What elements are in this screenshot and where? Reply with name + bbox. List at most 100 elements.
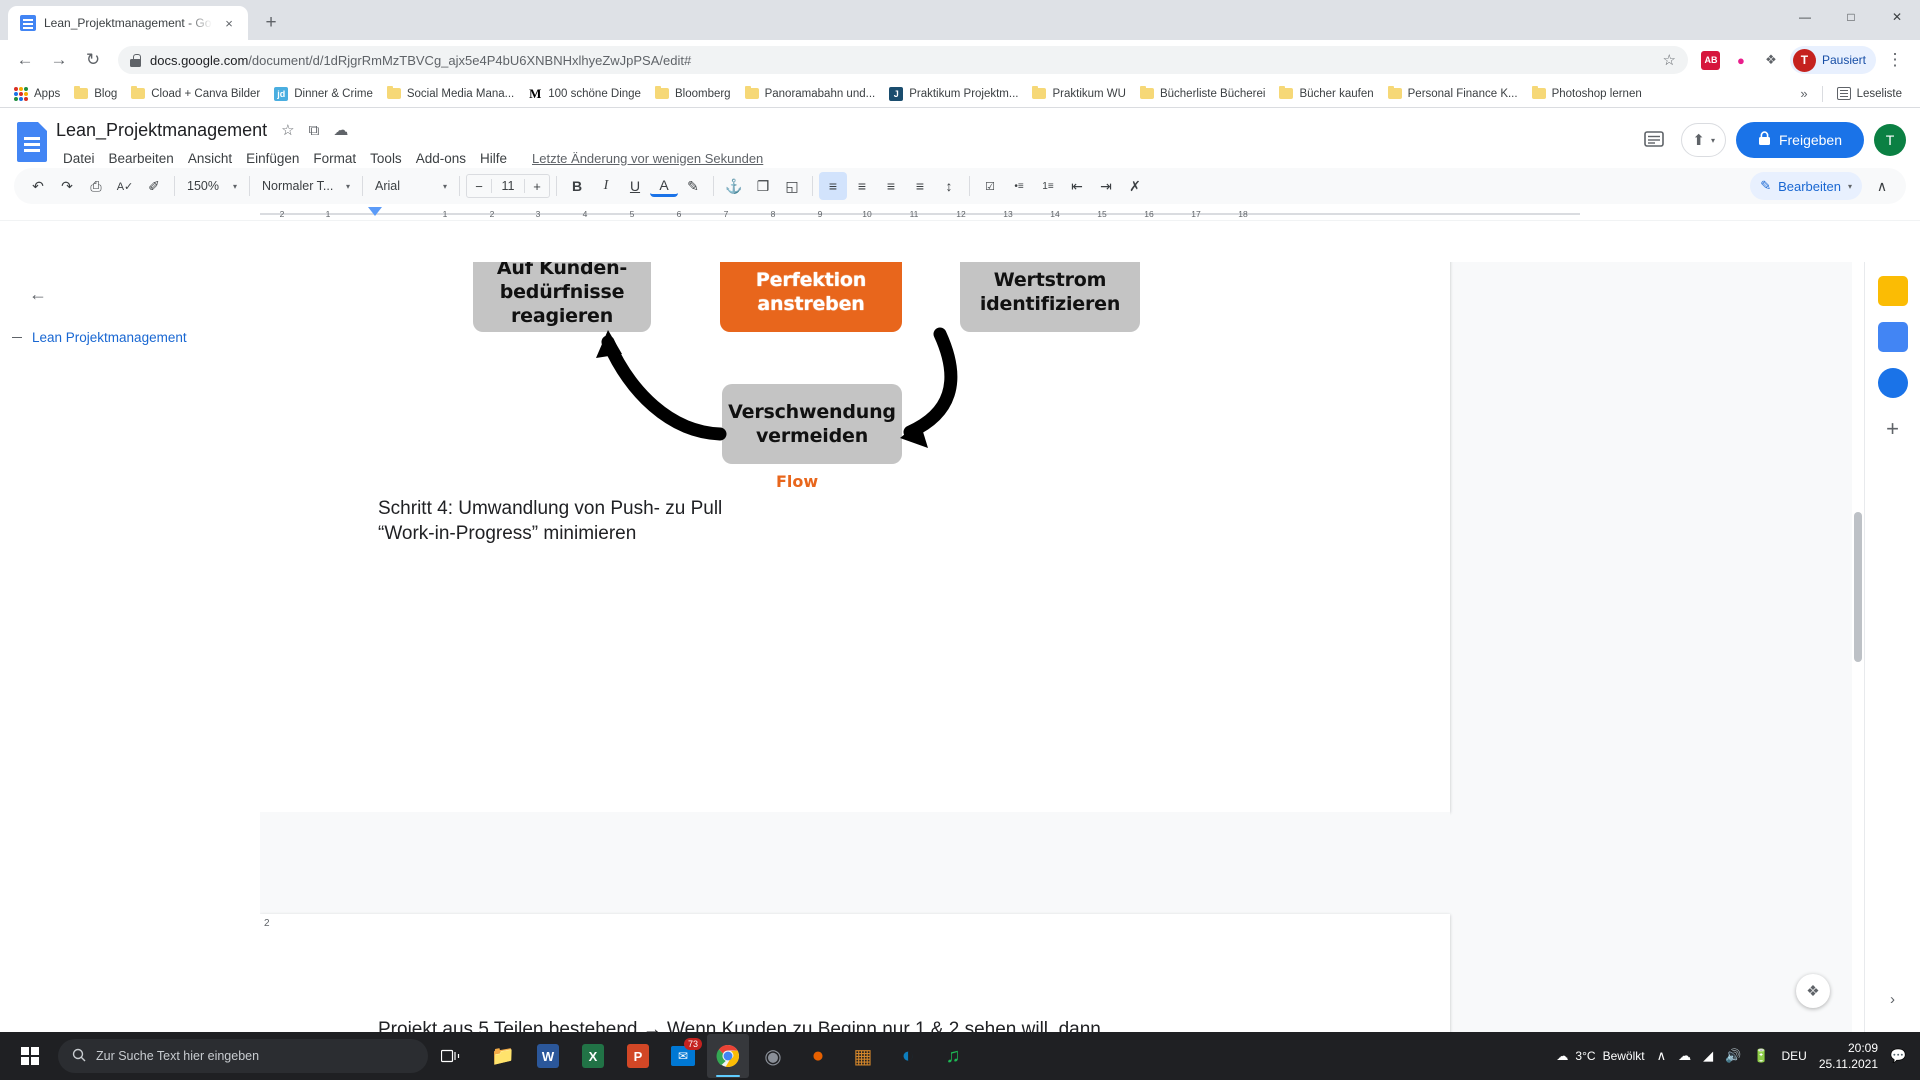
account-avatar[interactable]: T bbox=[1874, 124, 1906, 156]
windows-start-icon[interactable] bbox=[6, 1032, 54, 1080]
taskbar-app-mail[interactable]: ✉ 73 bbox=[662, 1034, 704, 1078]
font-dropdown[interactable]: Arial ▾ bbox=[369, 173, 453, 199]
close-outline-icon[interactable]: ← bbox=[20, 276, 56, 312]
document-title[interactable]: Lean_Projektmanagement bbox=[56, 120, 267, 141]
adblock-icon[interactable]: AB bbox=[1698, 47, 1724, 73]
add-on-icon[interactable]: + bbox=[1878, 414, 1908, 444]
task-view-icon[interactable] bbox=[428, 1032, 474, 1080]
taskbar-app-microsoft-word[interactable]: W bbox=[527, 1034, 569, 1078]
redo-icon[interactable]: ↷ bbox=[53, 172, 81, 200]
bookmark-item[interactable]: jd Dinner & Crime bbox=[268, 85, 379, 103]
justify-icon[interactable]: ≡ bbox=[906, 172, 934, 200]
menu-einfuegen[interactable]: Einfügen bbox=[239, 148, 306, 169]
reading-list-button[interactable]: Leseliste bbox=[1831, 85, 1908, 102]
increase-indent-icon[interactable]: ⇥ bbox=[1092, 172, 1120, 200]
document-page-1[interactable]: Auf Kunden- bedürfnisse reagieren Perfek… bbox=[260, 262, 1450, 879]
google-tasks-icon[interactable] bbox=[1877, 322, 1908, 352]
address-bar[interactable]: docs.google.com/document/d/1dRjgrRmMzTBV… bbox=[118, 46, 1688, 74]
extensions-puzzle-icon[interactable]: ❖ bbox=[1758, 47, 1784, 73]
font-size-decrease[interactable]: − bbox=[467, 179, 491, 194]
taskbar-app-paint[interactable]: ▦ bbox=[842, 1034, 884, 1078]
google-docs-logo[interactable] bbox=[14, 118, 50, 166]
bookmark-item[interactable]: Personal Finance K... bbox=[1382, 85, 1524, 102]
paragraph-style-dropdown[interactable]: Normaler T... ▾ bbox=[256, 173, 356, 199]
clock[interactable]: 20:09 25.11.2021 bbox=[1819, 1040, 1878, 1072]
reload-icon[interactable]: ↻ bbox=[78, 45, 108, 75]
browser-tab[interactable]: Lean_Projektmanagement - Goo × bbox=[8, 6, 248, 40]
document-scrollbar[interactable] bbox=[1852, 262, 1864, 1048]
document-page-2[interactable]: Projekt aus 5 Teilen bestehend → Wenn Ku… bbox=[260, 914, 1450, 1048]
window-close-icon[interactable]: ✕ bbox=[1874, 0, 1920, 34]
bookmark-item[interactable]: Social Media Mana... bbox=[381, 85, 520, 102]
cloud-status-icon[interactable]: ☁ bbox=[333, 121, 348, 139]
taskbar-app-file-explorer[interactable]: 📁 bbox=[482, 1034, 524, 1078]
bookmark-item[interactable]: J Praktikum Projektm... bbox=[883, 85, 1024, 103]
print-icon[interactable]: ⎙ bbox=[82, 172, 110, 200]
bookmark-item[interactable]: Praktikum WU bbox=[1026, 85, 1131, 102]
insert-link-icon[interactable]: ⚓ bbox=[720, 172, 748, 200]
star-icon[interactable]: ☆ bbox=[281, 121, 294, 139]
document-canvas[interactable]: Auf Kunden- bedürfnisse reagieren Perfek… bbox=[260, 262, 1920, 1048]
taskbar-app-firefox[interactable]: ● bbox=[797, 1034, 839, 1078]
weather-widget[interactable]: ☁ 3°C Bewölkt bbox=[1556, 1049, 1644, 1063]
tray-overflow-chevron-icon[interactable]: ∧ bbox=[1657, 1048, 1667, 1064]
bookmark-item[interactable]: Photoshop lernen bbox=[1526, 85, 1648, 102]
paint-format-icon[interactable]: ✐ bbox=[140, 172, 168, 200]
underline-icon[interactable]: U bbox=[621, 172, 649, 200]
bookmark-item[interactable]: Blog bbox=[68, 85, 123, 102]
notifications-icon[interactable]: 💬 bbox=[1890, 1048, 1906, 1064]
text-color-icon[interactable]: A bbox=[650, 175, 678, 197]
menu-ansicht[interactable]: Ansicht bbox=[181, 148, 239, 169]
new-tab-button[interactable]: + bbox=[256, 8, 286, 38]
add-comment-icon[interactable]: ❐ bbox=[749, 172, 777, 200]
volume-icon[interactable]: 🔊 bbox=[1725, 1048, 1741, 1064]
font-size-stepper[interactable]: − 11 + bbox=[466, 174, 550, 198]
comment-history-icon[interactable] bbox=[1637, 123, 1671, 157]
taskbar-search-box[interactable]: Zur Suche Text hier eingeben bbox=[58, 1039, 428, 1073]
taskbar-app-disc[interactable]: ◉ bbox=[752, 1034, 794, 1078]
italic-icon[interactable]: I bbox=[592, 172, 620, 200]
font-size-value[interactable]: 11 bbox=[491, 179, 525, 193]
outline-item-lean-projektmanagement[interactable]: Lean Projektmanagement bbox=[12, 330, 260, 345]
font-size-increase[interactable]: + bbox=[525, 179, 549, 194]
present-button[interactable]: ⬆ ▾ bbox=[1681, 123, 1726, 157]
menu-hilfe[interactable]: Hilfe bbox=[473, 148, 514, 169]
taskbar-app-spotify[interactable]: ♫ bbox=[932, 1034, 974, 1078]
taskbar-app-microsoft-excel[interactable]: X bbox=[572, 1034, 614, 1078]
collapse-toolbar-icon[interactable]: ∧ bbox=[1868, 172, 1896, 200]
expand-side-panel-icon[interactable]: › bbox=[1890, 991, 1895, 1008]
highlight-color-icon[interactable]: ✎ bbox=[679, 172, 707, 200]
onedrive-icon[interactable]: ☁ bbox=[1678, 1048, 1691, 1064]
explore-button[interactable]: ❖ bbox=[1796, 974, 1830, 1008]
menu-datei[interactable]: Datei bbox=[56, 148, 102, 169]
maximize-icon[interactable]: □ bbox=[1828, 0, 1874, 34]
extension-pink-icon[interactable]: ● bbox=[1728, 47, 1754, 73]
profile-button[interactable]: T Pausiert bbox=[1789, 46, 1876, 74]
editing-mode-button[interactable]: ✎ Bearbeiten ▾ bbox=[1750, 172, 1862, 200]
menu-format[interactable]: Format bbox=[306, 148, 363, 169]
numbered-list-icon[interactable]: 1≡ bbox=[1034, 172, 1062, 200]
network-icon[interactable]: ◢ bbox=[1703, 1048, 1713, 1064]
last-edit-label[interactable]: Letzte Änderung vor wenigen Sekunden bbox=[532, 151, 763, 166]
move-to-folder-icon[interactable]: ⧉ bbox=[309, 122, 320, 139]
bookmarks-overflow-icon[interactable]: » bbox=[1794, 86, 1813, 101]
bookmark-item[interactable]: Bücher kaufen bbox=[1273, 85, 1379, 102]
decrease-indent-icon[interactable]: ⇤ bbox=[1063, 172, 1091, 200]
menu-tools[interactable]: Tools bbox=[363, 148, 409, 169]
spellcheck-icon[interactable]: A✓ bbox=[111, 172, 139, 200]
menu-bearbeiten[interactable]: Bearbeiten bbox=[102, 148, 181, 169]
zoom-dropdown[interactable]: 150% ▾ bbox=[181, 173, 243, 199]
indent-marker[interactable] bbox=[368, 207, 382, 216]
taskbar-app-microsoft-edge[interactable]: ◐ bbox=[887, 1034, 929, 1078]
align-center-icon[interactable]: ≡ bbox=[848, 172, 876, 200]
document-ruler[interactable]: 2 1 1 2 3 4 5 6 7 8 9 10 11 12 13 14 15 … bbox=[0, 207, 1920, 221]
insert-image-icon[interactable]: ◱ bbox=[778, 172, 806, 200]
bookmark-item[interactable]: Panoramabahn und... bbox=[739, 85, 882, 102]
chrome-menu-icon[interactable]: ⋮ bbox=[1880, 45, 1910, 75]
menu-addons[interactable]: Add-ons bbox=[409, 148, 473, 169]
bookmark-item[interactable]: M 100 schöne Dinge bbox=[522, 85, 647, 103]
language-indicator[interactable]: DEU bbox=[1781, 1049, 1806, 1063]
bold-icon[interactable]: B bbox=[563, 172, 591, 200]
clear-formatting-icon[interactable]: ✗ bbox=[1121, 172, 1149, 200]
align-right-icon[interactable]: ≡ bbox=[877, 172, 905, 200]
